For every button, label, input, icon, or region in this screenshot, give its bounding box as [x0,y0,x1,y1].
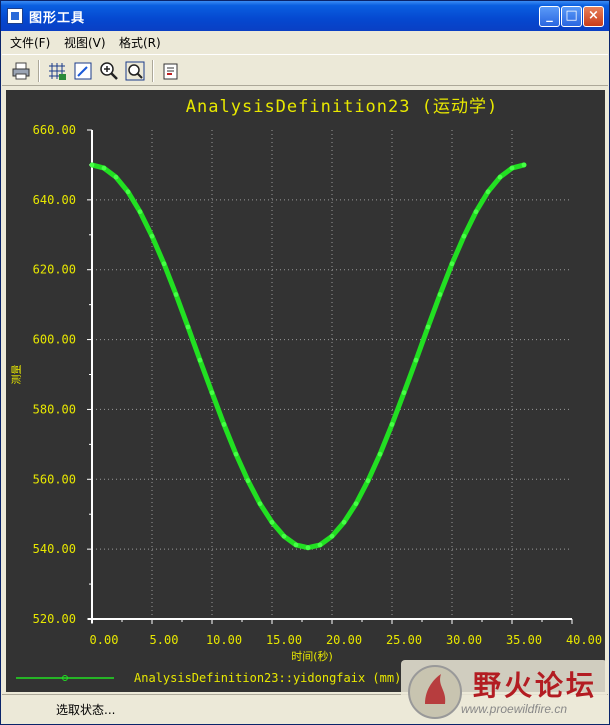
minimize-button[interactable]: _ [539,6,560,27]
toolbar-separator [38,60,40,82]
data-point [281,533,287,539]
data-point [269,519,275,525]
chart-title: AnalysisDefinition23 (运动学) [186,97,498,117]
data-point [89,162,95,168]
x-tick-label: 5.00 [150,633,179,647]
app-icon [7,8,23,24]
data-point [113,174,119,180]
series-line [89,162,527,551]
y-tick-label: 560.00 [33,472,76,486]
chart-svg: AnalysisDefinition23 (运动学) 520.00 540.00 56… [10,97,602,685]
status-text: 选取状态... [56,703,116,717]
x-axis-label: 时间(秒) [291,649,333,663]
data-point [425,324,431,330]
data-point [365,478,371,484]
print-icon[interactable] [10,60,32,82]
menu-bar: 文件(F) 视图(V) 格式(R) [2,31,608,52]
y-tick-label: 600.00 [33,333,76,347]
data-point [473,209,479,215]
window-title: 图形工具 [29,11,86,26]
data-point [233,451,239,457]
graph-tool-window: 图形工具 _ □ × 文件(F) 视图(V) 格式(R) AnalysisDef… [0,0,610,725]
y-tick-label: 620.00 [33,263,76,277]
y-tick-label: 580.00 [33,402,76,416]
data-point [389,422,395,427]
title-bar[interactable]: 图形工具 _ □ × [1,1,609,31]
data-point [305,545,311,551]
data-point [377,451,383,457]
edit-icon[interactable] [72,60,94,82]
data-point [101,165,107,171]
x-tick-label: 0.00 [90,633,119,647]
data-point [125,189,131,195]
toolbar [2,54,608,86]
menu-format[interactable]: 格式(R) [119,34,161,51]
data-point [245,478,251,484]
data-point [137,209,143,215]
zoom-fit-icon[interactable] [124,60,146,82]
data-point [173,292,179,297]
data-point [509,165,515,171]
close-button[interactable]: × [583,6,604,27]
data-point [209,390,215,396]
y-tick-label: 660.00 [33,123,76,137]
data-point [329,533,335,539]
data-point [149,233,155,239]
zoom-in-icon[interactable] [98,60,120,82]
x-tick-label: 25.00 [386,633,422,647]
plot-area[interactable]: AnalysisDefinition23 (运动学) 520.00 540.00 56… [6,90,605,692]
toolbar-separator [152,60,154,82]
data-point [413,357,419,363]
x-tick-label: 40.00 [566,633,602,647]
data-point [317,542,323,548]
data-point [341,519,347,525]
data-point [197,357,203,363]
export-icon[interactable] [160,60,182,82]
data-point [497,174,503,180]
data-point [461,233,467,239]
menu-view[interactable]: 视图(V) [64,34,106,51]
data-point [257,501,263,507]
watermark-text: 野火论坛 [473,669,598,702]
x-tick-label: 10.00 [206,633,242,647]
watermark-logo [408,665,462,719]
grid-icon[interactable] [46,60,68,82]
x-tick-label: 35.00 [506,633,542,647]
data-point [293,542,299,548]
x-tick-label: 20.00 [326,633,362,647]
menu-file[interactable]: 文件(F) [10,34,50,51]
y-tick-label: 540.00 [33,542,76,556]
data-point [437,292,443,297]
x-tick-label: 15.00 [266,633,302,647]
watermark-url: www.proewildfire.cn [461,702,568,716]
data-point [521,162,527,168]
data-point [185,324,191,330]
legend-label: AnalysisDefinition23::yidongfaix (mm) [134,671,401,685]
data-point [449,261,455,267]
y-tick-label: 640.00 [33,193,76,207]
y-axis-label: 测量 [10,365,23,385]
data-point [401,390,407,396]
x-tick-label: 30.00 [446,633,482,647]
data-point [485,189,491,195]
data-point [353,501,359,507]
data-point [161,261,167,267]
watermark: 野火论坛 www.proewildfire.cn [401,660,607,722]
data-point [221,422,227,427]
maximize-button[interactable]: □ [561,6,582,27]
y-tick-label: 520.00 [33,612,76,626]
